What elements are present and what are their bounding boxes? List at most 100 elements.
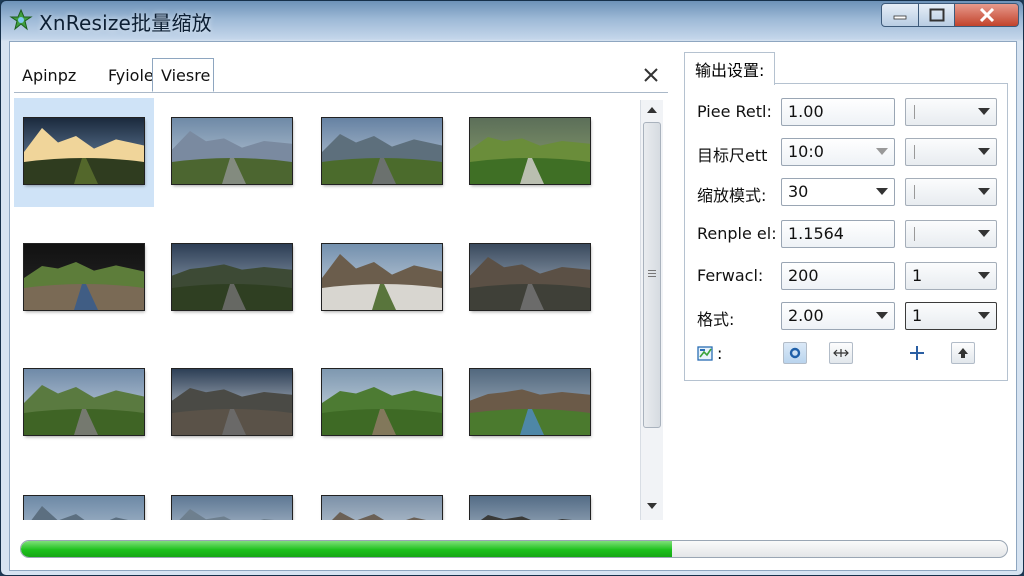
arrow-down-icon <box>647 503 657 509</box>
tab-fyiole[interactable]: Fyiole <box>100 58 154 92</box>
app-window: XnResize批量缩放 Apinpz Fyiole Viesre 输出设置: … <box>0 0 1024 576</box>
chevron-down-icon <box>978 312 990 319</box>
thumbnail-image <box>24 496 144 520</box>
output-settings-tab[interactable]: 输出设置: <box>684 52 776 85</box>
thumbnail-cell[interactable] <box>14 218 154 333</box>
thumbnail-image <box>172 496 292 520</box>
secondary-dropdown[interactable] <box>905 98 997 126</box>
thumbnail-cell[interactable] <box>312 218 452 333</box>
icon-toolbar: : <box>685 342 1009 370</box>
vertical-scrollbar[interactable] <box>640 100 663 520</box>
scroll-up-button[interactable] <box>644 102 660 118</box>
setting-value-field[interactable]: 1.1564 <box>781 220 895 248</box>
thumbnail-cell[interactable] <box>460 470 600 520</box>
close-tab-icon[interactable] <box>640 64 662 86</box>
thumbnail-image <box>172 369 292 435</box>
thumbnail-cell[interactable] <box>14 98 154 207</box>
thumbnail-cell[interactable] <box>162 98 302 207</box>
minimize-button[interactable] <box>881 3 919 27</box>
tab-label: Fyiole <box>108 65 154 85</box>
thumbnail-cell[interactable] <box>312 98 452 207</box>
setting-row: Renple el: 1.1564 <box>685 220 1009 250</box>
thumbnail-image <box>24 118 144 184</box>
add-button[interactable] <box>905 342 929 364</box>
thumbnail-cell[interactable] <box>14 343 154 458</box>
scrollbar-thumb[interactable] <box>643 122 661 428</box>
setting-row: 目标尺ett 10:0 <box>685 138 1009 168</box>
close-window-button[interactable] <box>955 3 1019 27</box>
thumbnail-image <box>470 369 590 435</box>
plus-icon <box>910 346 924 360</box>
thumbnail-cell[interactable] <box>162 343 302 458</box>
chevron-down-icon <box>978 148 990 155</box>
setting-value: 2.00 <box>788 306 824 325</box>
scroll-down-button[interactable] <box>644 498 660 514</box>
chevron-down-icon <box>978 188 990 195</box>
secondary-dropdown[interactable]: 1 <box>905 262 997 290</box>
setting-value-field[interactable]: 200 <box>781 262 895 290</box>
settings-group: Piee Retl: 1.00 目标尺ett 10:0 缩放模式: 30 Renple el… <box>684 83 1008 381</box>
thumbnail-cell[interactable] <box>460 218 600 333</box>
setting-label: Renple el: <box>697 224 777 243</box>
fit-width-button[interactable] <box>829 342 853 364</box>
app-logo-icon <box>9 8 33 31</box>
setting-label: Piee Retl: <box>697 102 772 121</box>
thumbnail-grid <box>14 98 634 520</box>
secondary-dropdown[interactable] <box>905 178 997 206</box>
setting-label: 格式: <box>697 310 735 329</box>
title-bar[interactable]: XnResize批量缩放 <box>1 1 1023 41</box>
setting-value-field[interactable]: 30 <box>781 178 895 206</box>
arrow-up-icon <box>647 107 657 113</box>
chevron-down-icon <box>876 312 888 319</box>
maximize-button[interactable] <box>919 3 955 27</box>
tab-label: Viesre <box>161 65 211 85</box>
secondary-dropdown[interactable] <box>905 220 997 248</box>
tab-apinpz[interactable]: Apinpz <box>14 58 100 92</box>
thumbnail-image <box>172 118 292 184</box>
setting-row: 格式: 2.00 1 <box>685 302 1009 332</box>
client-area: Apinpz Fyiole Viesre 输出设置: Piee Retl: 1.… <box>9 41 1017 571</box>
chevron-down-icon <box>876 188 888 195</box>
secondary-dropdown[interactable] <box>905 138 997 166</box>
setting-value-field[interactable]: 10:0 <box>781 138 895 166</box>
thumbnail-image <box>470 496 590 520</box>
setting-value-field[interactable]: 1.00 <box>781 98 895 126</box>
setting-row: 缩放模式: 30 <box>685 178 1009 208</box>
setting-value: 1.00 <box>788 102 824 121</box>
circle-button[interactable] <box>783 342 807 364</box>
thumbnail-cell[interactable] <box>312 470 452 520</box>
setting-row: Piee Retl: 1.00 <box>685 98 1009 128</box>
thumbnail-image <box>322 369 442 435</box>
icon-row-label: : <box>717 344 723 363</box>
output-settings-tab-label: 输出设置: <box>695 61 765 80</box>
close-icon <box>979 8 994 22</box>
tab-strip: Apinpz Fyiole Viesre <box>14 52 668 93</box>
secondary-dropdown[interactable]: 1 <box>905 302 997 330</box>
progress-bar <box>20 540 1008 558</box>
setting-value: 200 <box>788 266 819 285</box>
setting-value-field[interactable]: 2.00 <box>781 302 895 330</box>
thumbnail-image <box>322 118 442 184</box>
minimize-icon <box>893 15 907 20</box>
thumbnail-cell[interactable] <box>162 218 302 333</box>
setting-label: Ferwacl: <box>697 266 764 285</box>
setting-label: 缩放模式: <box>697 186 767 205</box>
progress-fill <box>21 541 672 557</box>
thumbnail-cell[interactable] <box>312 343 452 458</box>
image-browser-pane: Apinpz Fyiole Viesre <box>14 48 668 520</box>
thumbnail-image <box>322 496 442 520</box>
secondary-value: 1 <box>912 266 923 285</box>
move-up-button[interactable] <box>951 342 975 364</box>
secondary-value: 1 <box>912 306 923 325</box>
setting-value: 30 <box>788 182 809 201</box>
thumbnail-cell[interactable] <box>14 470 154 520</box>
thumbnail-image <box>322 244 442 310</box>
thumbnail-cell[interactable] <box>460 98 600 207</box>
thumbnail-cell[interactable] <box>162 470 302 520</box>
window-title: XnResize批量缩放 <box>39 11 212 35</box>
tab-viesre[interactable]: Viesre <box>152 58 214 92</box>
palette-icon <box>697 346 713 361</box>
thumbnail-cell[interactable] <box>460 343 600 458</box>
chevron-down-icon <box>876 148 888 155</box>
thumbnail-image <box>24 244 144 310</box>
